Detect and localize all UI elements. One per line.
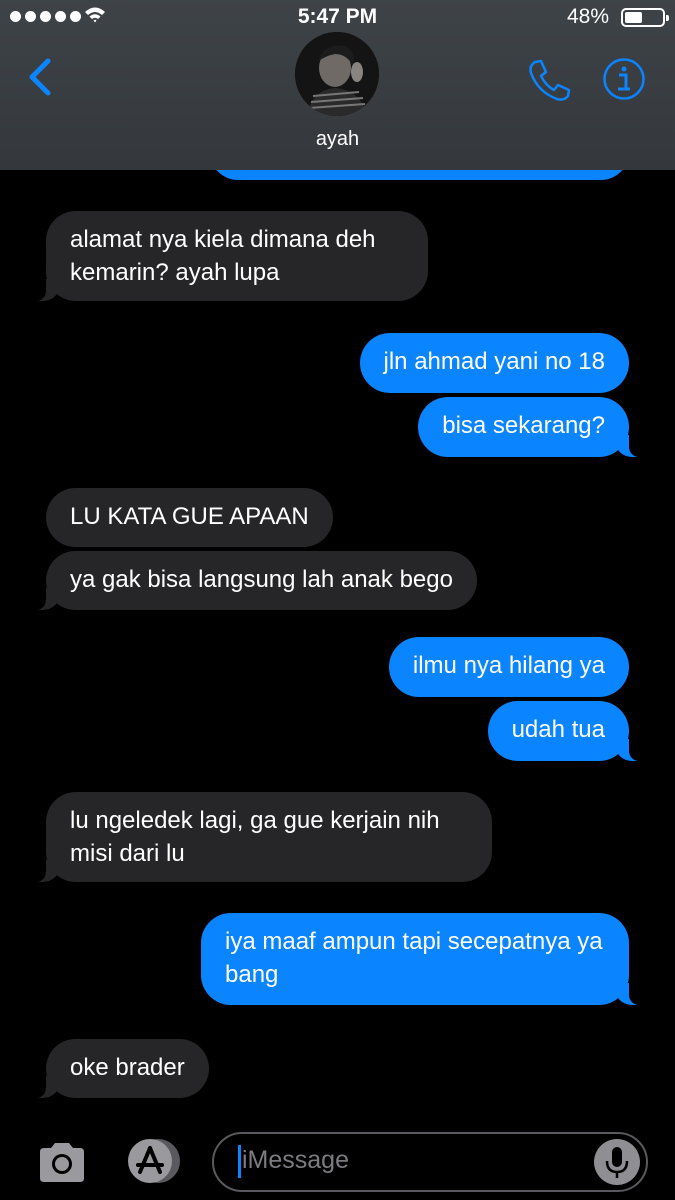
message-text: udah tua <box>511 716 605 743</box>
message-bubble-incoming[interactable]: oke brader <box>26 1039 209 1098</box>
phone-icon[interactable] <box>526 57 572 103</box>
battery-percentage: 48% <box>566 5 609 28</box>
message-bubble-outgoing[interactable]: udah tua <box>487 701 650 761</box>
contact-avatar[interactable] <box>295 32 379 116</box>
message-text: LU KATA GUE APAAN <box>70 503 309 530</box>
info-icon[interactable] <box>602 57 646 101</box>
contact-name[interactable]: ayah <box>0 128 675 151</box>
message-thread[interactable]: alamat nya kiela dimana deh kemarin? aya… <box>0 0 675 1200</box>
message-input-placeholder: iMessage <box>242 1146 349 1174</box>
message-text: iya maaf ampun tapi secepatnya ya bang <box>225 928 603 988</box>
camera-icon[interactable] <box>36 1140 88 1184</box>
message-bubble-incoming[interactable]: alamat nya kiela dimana deh kemarin? aya… <box>26 211 428 301</box>
app-store-icon[interactable] <box>122 1138 184 1184</box>
message-text: ilmu nya hilang ya <box>412 652 605 679</box>
message-text: alamat nya kiela dimana deh kemarin? aya… <box>70 226 376 286</box>
message-bubble-outgoing[interactable]: ilmu nya hilang ya <box>388 637 629 697</box>
back-chevron-icon[interactable] <box>22 55 62 99</box>
message-text: lu ngeledek lagi, ga gue kerjain nih mis… <box>70 807 440 867</box>
microphone-icon[interactable] <box>594 1139 640 1185</box>
text-caret <box>238 1145 241 1178</box>
battery-icon <box>621 8 669 27</box>
battery-level-fill <box>625 12 642 23</box>
message-text: oke brader <box>70 1054 185 1081</box>
message-bubble-outgoing[interactable]: jln ahmad yani no 18 <box>359 333 629 393</box>
message-bubble-outgoing[interactable]: bisa sekarang? <box>418 397 649 457</box>
message-text: jln ahmad yani no 18 <box>383 348 605 375</box>
message-bubble-incoming[interactable]: ya gak bisa langsung lah anak bego <box>26 551 477 610</box>
message-bubble-incoming[interactable]: lu ngeledek lagi, ga gue kerjain nih mis… <box>26 792 492 882</box>
message-text: ya gak bisa langsung lah anak bego <box>70 566 453 593</box>
message-bubble-incoming[interactable]: LU KATA GUE APAAN <box>46 488 333 547</box>
message-bubble-outgoing[interactable]: iya maaf ampun tapi secepatnya ya bang <box>201 913 649 1005</box>
message-text: bisa sekarang? <box>442 412 605 439</box>
status-bar: 5:47 PM 48% <box>0 0 675 34</box>
